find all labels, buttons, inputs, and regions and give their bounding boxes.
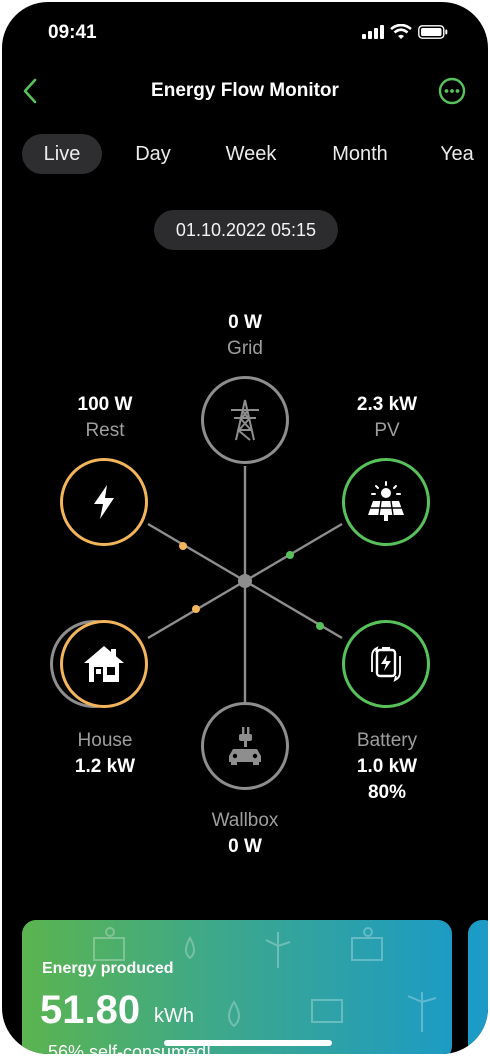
battery-charging-icon <box>371 645 401 683</box>
tab-month[interactable]: Month <box>320 134 400 174</box>
rest-value: 100 W <box>77 394 133 415</box>
grid-node[interactable] <box>201 376 289 464</box>
flow-dot-rest <box>179 542 187 550</box>
battery-level: 80% <box>367 782 407 803</box>
wifi-icon <box>390 24 412 39</box>
house-value: 1.2 kW <box>74 756 136 777</box>
pv-label: 2.3 kW PV <box>317 392 457 444</box>
pv-value: 2.3 kW <box>356 394 418 415</box>
home-indicator[interactable] <box>164 1040 332 1046</box>
status-icons <box>362 24 448 40</box>
wallbox-name: Wallbox <box>211 810 279 831</box>
phone-screen: 09:41 Energy Flow Monitor Live Day Week … <box>2 2 488 1054</box>
grid-value: 0 W <box>228 312 262 333</box>
pv-name: PV <box>374 420 400 441</box>
line-rest-battery <box>147 522 343 640</box>
battery-label: Battery 1.0 kW 80% <box>317 728 457 806</box>
energy-produced-card[interactable]: Energy produced 51.80 kWh 56% self-consu… <box>22 920 452 1054</box>
flow-dot-house <box>192 605 200 613</box>
house-icon <box>84 646 124 682</box>
card-value: 51.80 <box>40 988 141 1032</box>
flow-dot-battery <box>316 622 324 630</box>
card-background-pattern <box>93 927 437 1032</box>
wallbox-value: 0 W <box>228 836 262 857</box>
card-title: Energy produced <box>42 960 174 977</box>
card-unit: kWh <box>154 1005 194 1027</box>
house-name: House <box>77 730 133 751</box>
rest-name: Rest <box>85 420 125 441</box>
pv-node[interactable] <box>342 458 430 546</box>
next-card-peek[interactable] <box>468 920 488 1054</box>
rest-node[interactable] <box>60 458 148 546</box>
line-pv-house <box>147 522 343 640</box>
grid-name: Grid <box>227 338 263 359</box>
battery-value: 1.0 kW <box>356 756 418 777</box>
date-selector[interactable]: 01.10.2022 05:15 <box>154 210 338 250</box>
rest-label: 100 W Rest <box>35 392 175 444</box>
hub-point <box>238 574 252 588</box>
tab-day[interactable]: Day <box>118 134 188 174</box>
ev-charger-icon <box>229 727 261 765</box>
house-label: House 1.2 kW <box>35 728 175 780</box>
wallbox-node[interactable] <box>201 702 289 790</box>
page-title: Energy Flow Monitor <box>151 80 339 101</box>
signal-icon <box>362 25 384 39</box>
grid-label: 0 W Grid <box>175 310 315 362</box>
tab-week[interactable]: Week <box>210 134 292 174</box>
battery-name: Battery <box>356 730 418 751</box>
tab-live[interactable]: Live <box>22 134 102 174</box>
battery-node[interactable] <box>342 620 430 708</box>
lightning-icon <box>94 485 114 519</box>
more-options-icon[interactable] <box>438 77 466 105</box>
flow-dot-pv <box>286 551 294 559</box>
house-node[interactable] <box>60 620 148 708</box>
solar-panel-icon <box>368 481 404 521</box>
tab-year[interactable]: Yea <box>440 134 488 174</box>
status-time: 09:41 <box>48 22 97 43</box>
wallbox-label: Wallbox 0 W <box>175 808 315 860</box>
power-pylon-icon <box>231 399 259 441</box>
battery-status-icon <box>418 25 448 39</box>
